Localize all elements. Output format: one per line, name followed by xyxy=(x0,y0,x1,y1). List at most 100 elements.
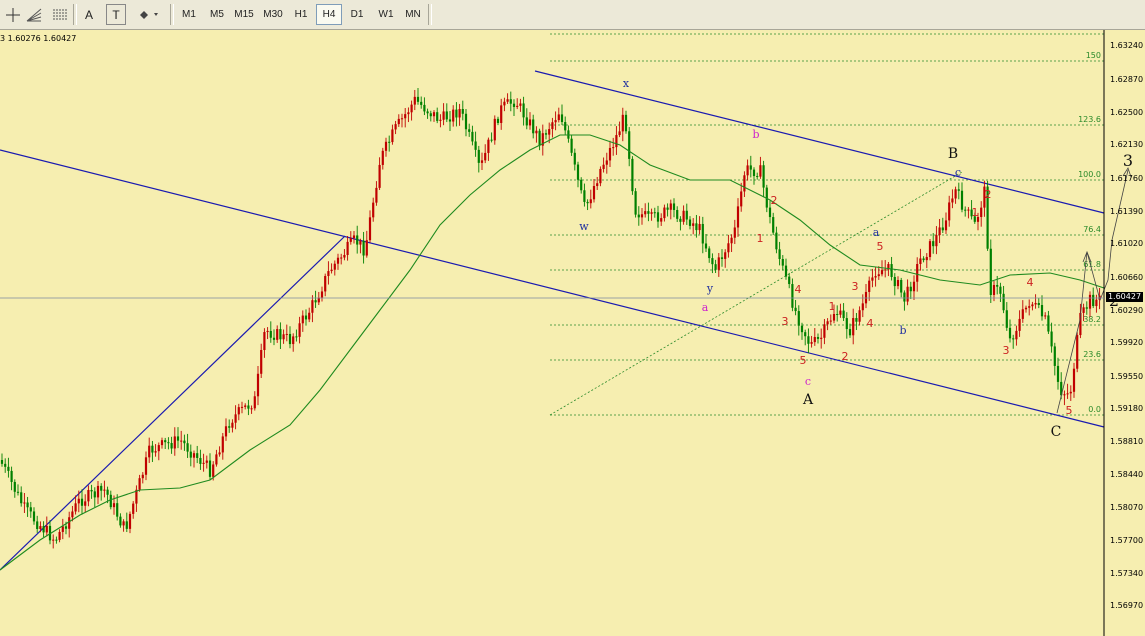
candle-body xyxy=(653,212,656,214)
timeframe-button-h4[interactable]: H4 xyxy=(316,4,342,25)
timeframe-button-m30[interactable]: M30 xyxy=(260,4,286,25)
candle-body xyxy=(992,285,996,295)
text-label-icon[interactable]: T xyxy=(106,4,126,25)
candle-body xyxy=(240,406,244,408)
candle-body xyxy=(455,109,458,118)
candle-body xyxy=(464,113,468,130)
candle-body xyxy=(202,462,205,464)
candle-body xyxy=(244,405,247,407)
candle-body xyxy=(224,426,228,437)
candle-body xyxy=(7,466,10,471)
price-axis-label: 1.61390 xyxy=(1110,207,1144,216)
price-axis-label: 1.58440 xyxy=(1110,470,1144,479)
candle-body xyxy=(1021,309,1024,319)
fib-level-label: 23.6 xyxy=(1083,350,1101,359)
toolbar-separator xyxy=(428,4,432,25)
candle-body xyxy=(208,460,212,477)
candle-body xyxy=(304,315,308,320)
candle-body xyxy=(762,165,765,188)
candle-body xyxy=(452,109,455,122)
price-axis-label: 1.56970 xyxy=(1110,601,1144,610)
fibonacci-grid-icon[interactable] xyxy=(50,4,70,25)
candle-body xyxy=(23,502,26,504)
candle-body xyxy=(852,318,855,336)
candle-body xyxy=(61,526,64,532)
candle-body xyxy=(573,152,576,165)
candle-body xyxy=(628,131,631,159)
candle-body xyxy=(349,238,352,242)
candle-body xyxy=(55,539,58,541)
wave-label-magenta: a xyxy=(702,301,709,314)
candle-body xyxy=(544,133,548,135)
candle-body xyxy=(727,243,730,253)
timeframe-button-m5[interactable]: M5 xyxy=(204,4,230,25)
wave-label-blue: y xyxy=(706,282,714,295)
candle-body xyxy=(954,189,957,199)
candle-body xyxy=(1072,368,1076,392)
candle-body xyxy=(183,440,186,444)
candle-body xyxy=(826,321,829,325)
timeframe-button-d1[interactable]: D1 xyxy=(344,4,370,25)
candle-body xyxy=(650,212,653,214)
candle-body xyxy=(100,485,103,491)
candle-body xyxy=(631,158,634,192)
candle-body xyxy=(480,160,484,163)
text-tool-icon[interactable]: A xyxy=(80,4,98,25)
timeframe-button-w1[interactable]: W1 xyxy=(373,4,399,25)
candle-body xyxy=(141,474,144,479)
candle-body xyxy=(708,248,711,259)
candle-body xyxy=(1066,393,1069,395)
timeframe-button-mn[interactable]: MN xyxy=(400,4,426,25)
price-axis-label: 1.60660 xyxy=(1110,273,1144,282)
candle-body xyxy=(746,165,749,176)
candle-body xyxy=(1015,330,1018,340)
candle-body xyxy=(1069,391,1072,394)
candle-body xyxy=(794,307,797,312)
candle-body xyxy=(634,191,637,215)
candle-body xyxy=(832,314,836,321)
candle-body xyxy=(45,525,48,533)
wave-label-blue: x xyxy=(623,77,630,90)
candle-body xyxy=(685,210,688,220)
candle-body xyxy=(10,470,13,482)
candle-body xyxy=(52,539,55,541)
price-axis-label: 1.60290 xyxy=(1110,306,1144,315)
candle-body xyxy=(32,511,36,522)
crosshair-tool-icon[interactable] xyxy=(4,4,22,25)
timeframe-button-h1[interactable]: H1 xyxy=(288,4,314,25)
timeframe-button-m15[interactable]: M15 xyxy=(231,4,257,25)
candle-body xyxy=(896,279,900,287)
candle-body xyxy=(503,101,506,106)
candle-body xyxy=(439,119,442,121)
fibonacci-fan-icon[interactable] xyxy=(24,4,44,25)
candle-body xyxy=(253,396,256,409)
timeframe-button-m1[interactable]: M1 xyxy=(176,4,202,25)
candle-body xyxy=(1040,305,1044,317)
candle-body xyxy=(733,227,736,238)
candle-body xyxy=(295,336,298,338)
candle-body xyxy=(87,489,90,502)
candle-body xyxy=(192,453,196,458)
candle-body xyxy=(400,118,404,120)
wave-label-red: 2 xyxy=(985,188,992,201)
candle-body xyxy=(164,440,167,443)
candle-body xyxy=(234,414,237,423)
candle-body xyxy=(74,503,77,512)
wave-label-red: 4 xyxy=(1027,276,1034,289)
candle-body xyxy=(666,207,669,210)
candle-body xyxy=(816,337,820,339)
wave-label-blue: c xyxy=(955,166,961,179)
arrows-tool-icon[interactable] xyxy=(136,4,162,25)
candle-body xyxy=(1031,304,1034,307)
candle-body xyxy=(68,517,71,529)
wave-label-red: 3 xyxy=(852,280,859,293)
price-chart[interactable]: 150123.6100.076.461.838.223.60.0 xwyabcb… xyxy=(0,30,1145,636)
candle-body xyxy=(999,286,1002,294)
candle-body xyxy=(1028,306,1031,308)
candle-body xyxy=(842,310,845,319)
candle-body xyxy=(1050,331,1053,347)
candle-body xyxy=(407,112,410,115)
candle-body xyxy=(157,445,160,452)
candle-body xyxy=(836,314,839,316)
wave-label-red: 4 xyxy=(795,283,802,296)
